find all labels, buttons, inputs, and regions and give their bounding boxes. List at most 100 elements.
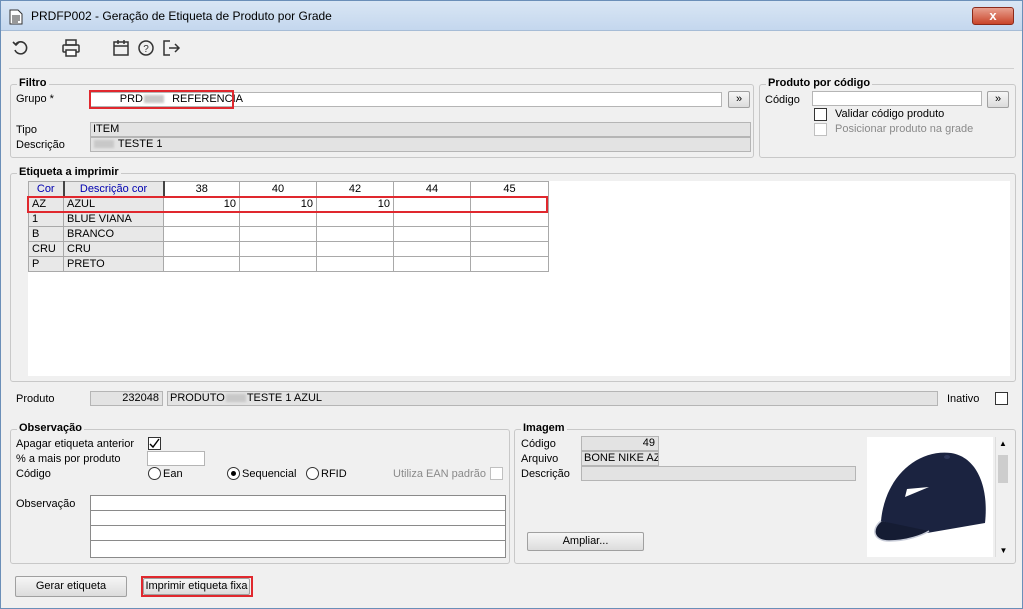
scroll-thumb[interactable] — [998, 455, 1008, 483]
cell-qty[interactable] — [163, 241, 240, 257]
cell-qty[interactable] — [316, 211, 394, 227]
gerar-etiqueta-button[interactable]: Gerar etiqueta — [15, 576, 127, 597]
pct-input[interactable] — [147, 451, 205, 466]
tipo-field: ITEM — [90, 122, 751, 137]
redacted — [94, 140, 114, 149]
calendar-icon[interactable] — [111, 38, 131, 58]
ampliar-button[interactable]: Ampliar... — [527, 532, 644, 551]
observacao-textarea[interactable] — [90, 495, 506, 558]
cell-desc[interactable]: BLUE VIANA — [63, 211, 164, 227]
check-icon — [149, 438, 160, 449]
apagar-checkbox[interactable] — [148, 437, 161, 450]
cell-qty[interactable] — [393, 241, 471, 257]
inativo-checkbox[interactable] — [995, 392, 1008, 405]
utiliza-ean-checkbox[interactable] — [490, 467, 503, 480]
size-grid: Cor Descrição cor 38 40 42 44 45 AZ AZUL… — [28, 181, 549, 272]
grid-row: B BRANCO — [28, 226, 549, 242]
cell-qty[interactable] — [239, 256, 317, 272]
cell-qty[interactable] — [239, 241, 317, 257]
pct-label: % a mais por produto — [16, 453, 121, 465]
imagem-codigo-label: Código — [521, 438, 556, 450]
descricao-field: TESTE 1 — [90, 137, 751, 152]
cell-qty[interactable] — [393, 211, 471, 227]
arquivo-field: BONE NIKE AZU — [581, 451, 659, 466]
validar-label: Validar código produto — [835, 108, 945, 120]
main-window: PRDFP002 - Geração de Etiqueta de Produt… — [0, 0, 1023, 609]
print-icon[interactable] — [61, 38, 81, 58]
refresh-icon[interactable] — [11, 38, 31, 58]
arquivo-label: Arquivo — [521, 453, 559, 465]
cell-desc[interactable]: CRU — [63, 241, 164, 257]
cell-qty[interactable] — [316, 241, 394, 257]
radio-ean[interactable] — [148, 467, 161, 480]
cell-qty[interactable] — [163, 226, 240, 242]
radio-rfid[interactable] — [306, 467, 319, 480]
cell-cor[interactable]: P — [28, 256, 64, 272]
header-cor[interactable]: Cor — [28, 181, 65, 197]
header-size: 40 — [239, 181, 317, 197]
grid-row: 1 BLUE VIANA — [28, 211, 549, 227]
cell-cor[interactable]: CRU — [28, 241, 64, 257]
grupo-search-button[interactable]: » — [728, 91, 750, 108]
highlight-imprimir — [141, 576, 253, 597]
header-size: 38 — [163, 181, 240, 197]
descricao-label: Descrição — [16, 139, 65, 151]
title-bar: PRDFP002 - Geração de Etiqueta de Produt… — [1, 1, 1022, 31]
validar-checkbox[interactable] — [814, 108, 827, 121]
cell-cor[interactable]: 1 — [28, 211, 64, 227]
grid-header-row: Cor Descrição cor 38 40 42 44 45 — [28, 181, 549, 197]
help-icon[interactable]: ? — [136, 38, 156, 58]
codigo-tipo-label: Código — [16, 468, 51, 480]
produto-desc: PRODUTO TESTE 1 AZUL — [167, 391, 938, 406]
posicionar-label: Posicionar produto na grade — [835, 123, 974, 135]
imagem-legend: Imagem — [521, 422, 567, 434]
descricao-value: TESTE 1 — [117, 138, 163, 150]
cell-qty[interactable] — [316, 256, 394, 272]
scroll-up-icon[interactable]: ▲ — [996, 439, 1010, 448]
cell-qty[interactable] — [163, 256, 240, 272]
cell-qty[interactable] — [470, 211, 549, 227]
obs-label: Observação — [16, 498, 76, 510]
redacted — [225, 394, 246, 403]
imagem-descricao-label: Descrição — [521, 468, 570, 480]
radio-sequencial[interactable] — [227, 467, 240, 480]
produto-desc-prefix: PRODUTO — [170, 392, 225, 404]
cell-qty[interactable] — [239, 211, 317, 227]
cell-qty[interactable] — [470, 226, 549, 242]
cell-desc[interactable]: PRETO — [63, 256, 164, 272]
radio-rfid-label: RFID — [321, 468, 347, 480]
grid-row: P PRETO — [28, 256, 549, 272]
cell-qty[interactable] — [393, 256, 471, 272]
toolbar: ? — [1, 32, 1022, 64]
scroll-down-icon[interactable]: ▼ — [996, 546, 1011, 555]
produto-desc-suffix: TESTE 1 AZUL — [246, 392, 323, 404]
header-descricao[interactable]: Descrição cor — [63, 181, 165, 197]
cell-desc[interactable]: BRANCO — [63, 226, 164, 242]
close-button[interactable]: x — [972, 7, 1014, 25]
etiqueta-legend: Etiqueta a imprimir — [17, 166, 121, 178]
exit-icon[interactable] — [161, 38, 181, 58]
grid-row: CRU CRU — [28, 241, 549, 257]
cap-image — [874, 452, 986, 542]
cell-qty[interactable] — [239, 226, 317, 242]
posicionar-checkbox[interactable] — [814, 123, 827, 136]
codigo-search-button[interactable]: » — [987, 91, 1009, 108]
cell-qty[interactable] — [470, 241, 549, 257]
cell-qty[interactable] — [163, 211, 240, 227]
filtro-legend: Filtro — [17, 77, 49, 89]
highlight-grupo — [89, 90, 234, 109]
cell-qty[interactable] — [470, 256, 549, 272]
apagar-label: Apagar etiqueta anterior — [16, 438, 135, 450]
radio-sequencial-label: Sequencial — [242, 468, 297, 480]
cell-qty[interactable] — [393, 226, 471, 242]
observacao-legend: Observação — [17, 422, 84, 434]
codigo-input[interactable] — [812, 91, 982, 106]
svg-text:?: ? — [143, 44, 149, 55]
cell-qty[interactable] — [316, 226, 394, 242]
header-size: 42 — [316, 181, 394, 197]
codigo-label: Código — [765, 94, 800, 106]
image-scrollbar[interactable]: ▲ ▼ — [995, 437, 1010, 557]
produto-code: 232048 — [90, 391, 163, 406]
imagem-descricao-field — [581, 466, 856, 481]
cell-cor[interactable]: B — [28, 226, 64, 242]
